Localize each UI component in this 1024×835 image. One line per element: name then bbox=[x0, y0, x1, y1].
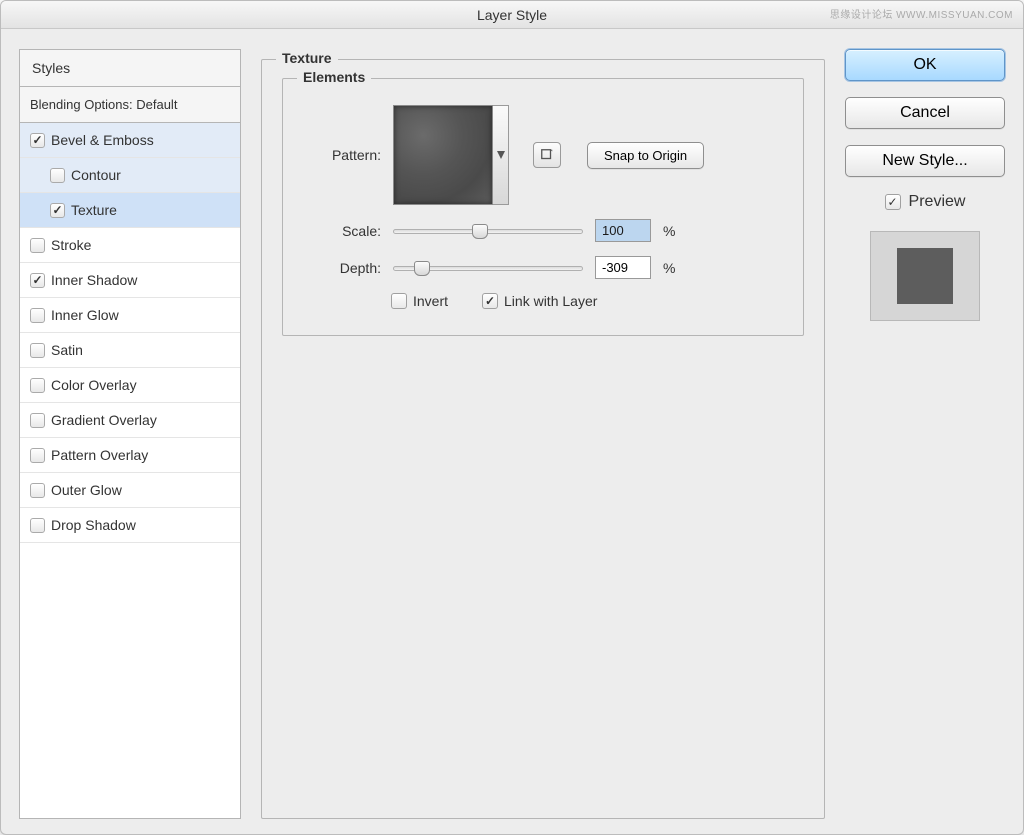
scale-input[interactable] bbox=[595, 219, 651, 242]
style-color-overlay[interactable]: Color Overlay bbox=[20, 368, 240, 403]
depth-slider[interactable] bbox=[393, 259, 583, 277]
checkbox-icon[interactable] bbox=[50, 203, 65, 218]
create-pattern-button[interactable] bbox=[533, 142, 561, 168]
style-pattern-overlay[interactable]: Pattern Overlay bbox=[20, 438, 240, 473]
link-label: Link with Layer bbox=[504, 293, 597, 309]
scale-slider[interactable] bbox=[393, 222, 583, 240]
style-label: Gradient Overlay bbox=[51, 412, 157, 428]
checkbox-icon[interactable] bbox=[30, 413, 45, 428]
checkbox-icon[interactable] bbox=[391, 293, 407, 309]
new-preset-icon bbox=[540, 148, 554, 162]
style-label: Pattern Overlay bbox=[51, 447, 148, 463]
cancel-button[interactable]: Cancel bbox=[845, 97, 1005, 129]
elements-group: Elements Pattern: bbox=[282, 78, 804, 336]
invert-label: Invert bbox=[413, 293, 448, 309]
style-bevel-emboss[interactable]: Bevel & Emboss bbox=[20, 123, 240, 158]
checkbox-icon[interactable] bbox=[30, 483, 45, 498]
checkbox-icon[interactable] bbox=[30, 448, 45, 463]
watermark-text: 思缘设计论坛 WWW.MISSYUAN.COM bbox=[830, 6, 1013, 21]
depth-input[interactable] bbox=[595, 256, 651, 279]
style-gradient-overlay[interactable]: Gradient Overlay bbox=[20, 403, 240, 438]
checkbox-icon[interactable] bbox=[30, 133, 45, 148]
slider-thumb[interactable] bbox=[472, 224, 488, 239]
link-with-layer-checkbox[interactable]: Link with Layer bbox=[482, 293, 597, 309]
checkbox-icon[interactable] bbox=[30, 273, 45, 288]
checkbox-icon[interactable]: ✓ bbox=[885, 194, 901, 210]
checkbox-icon[interactable] bbox=[30, 343, 45, 358]
style-label: Outer Glow bbox=[51, 482, 122, 498]
ok-button[interactable]: OK bbox=[845, 49, 1005, 81]
checkbox-icon[interactable] bbox=[30, 518, 45, 533]
right-column: OK Cancel New Style... ✓ Preview bbox=[845, 49, 1005, 819]
slider-thumb[interactable] bbox=[414, 261, 430, 276]
percent-label: % bbox=[663, 223, 675, 239]
layer-style-dialog: Layer Style 思缘设计论坛 WWW.MISSYUAN.COM Styl… bbox=[0, 0, 1024, 835]
style-texture[interactable]: Texture bbox=[20, 193, 240, 228]
scale-label: Scale: bbox=[309, 223, 381, 239]
style-label: Color Overlay bbox=[51, 377, 137, 393]
percent-label: % bbox=[663, 260, 675, 276]
preview-swatch bbox=[870, 231, 980, 321]
style-outer-glow[interactable]: Outer Glow bbox=[20, 473, 240, 508]
dialog-body: Styles Blending Options: Default Bevel &… bbox=[1, 29, 1023, 835]
style-satin[interactable]: Satin bbox=[20, 333, 240, 368]
checkbox-icon[interactable] bbox=[30, 238, 45, 253]
pattern-dropdown[interactable] bbox=[493, 105, 509, 205]
checkbox-icon[interactable] bbox=[30, 378, 45, 393]
chevron-down-icon bbox=[497, 151, 505, 159]
depth-label: Depth: bbox=[309, 260, 381, 276]
preview-checkbox[interactable]: ✓ Preview bbox=[845, 193, 1005, 211]
elements-legend: Elements bbox=[297, 69, 371, 85]
style-label: Inner Glow bbox=[51, 307, 119, 323]
style-inner-glow[interactable]: Inner Glow bbox=[20, 298, 240, 333]
style-label: Stroke bbox=[51, 237, 91, 253]
blending-options[interactable]: Blending Options: Default bbox=[20, 87, 240, 123]
style-inner-shadow[interactable]: Inner Shadow bbox=[20, 263, 240, 298]
styles-header[interactable]: Styles bbox=[20, 50, 240, 87]
checkbox-icon[interactable] bbox=[482, 293, 498, 309]
preview-inner bbox=[897, 248, 953, 304]
invert-checkbox[interactable]: Invert bbox=[391, 293, 448, 309]
style-label: Inner Shadow bbox=[51, 272, 137, 288]
style-label: Contour bbox=[71, 167, 121, 183]
window-title: Layer Style bbox=[477, 7, 547, 23]
style-stroke[interactable]: Stroke bbox=[20, 228, 240, 263]
style-label: Texture bbox=[71, 202, 117, 218]
pattern-label: Pattern: bbox=[309, 147, 381, 163]
pattern-swatch[interactable] bbox=[393, 105, 493, 205]
snap-to-origin-button[interactable]: Snap to Origin bbox=[587, 142, 704, 169]
texture-legend: Texture bbox=[276, 50, 338, 66]
main-panel: Texture Elements Pattern: bbox=[261, 49, 825, 819]
style-drop-shadow[interactable]: Drop Shadow bbox=[20, 508, 240, 543]
styles-panel: Styles Blending Options: Default Bevel &… bbox=[19, 49, 241, 819]
checkbox-icon[interactable] bbox=[50, 168, 65, 183]
checkbox-icon[interactable] bbox=[30, 308, 45, 323]
texture-group: Texture Elements Pattern: bbox=[261, 59, 825, 819]
new-style-button[interactable]: New Style... bbox=[845, 145, 1005, 177]
style-label: Drop Shadow bbox=[51, 517, 136, 533]
preview-label: Preview bbox=[909, 193, 966, 211]
style-contour[interactable]: Contour bbox=[20, 158, 240, 193]
style-label: Bevel & Emboss bbox=[51, 132, 154, 148]
style-label: Satin bbox=[51, 342, 83, 358]
